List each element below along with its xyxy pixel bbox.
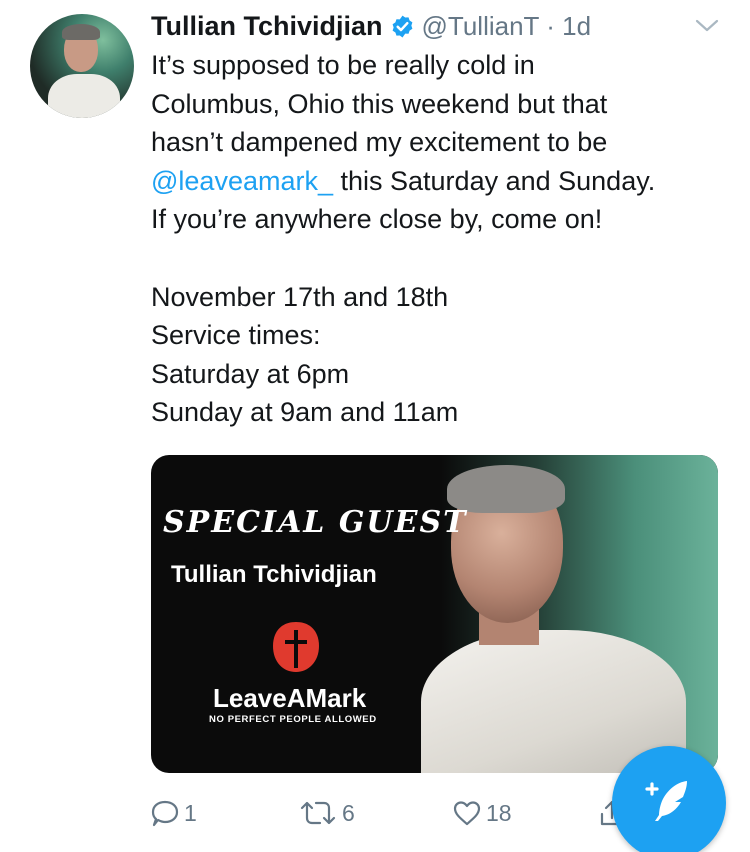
tweet-text: It’s supposed to be really cold in Colum… bbox=[151, 46, 731, 432]
retweet-icon bbox=[298, 798, 338, 828]
reply-button[interactable]: 1 bbox=[150, 790, 197, 836]
leaveamark-logo-icon bbox=[271, 620, 321, 674]
brand-name: LeaveAMark bbox=[213, 683, 367, 713]
verified-badge-icon bbox=[390, 14, 415, 39]
guest-name: Tullian Tchividjian bbox=[171, 561, 377, 588]
retweet-button[interactable]: 6 bbox=[298, 790, 355, 836]
avatar-shirt bbox=[48, 74, 120, 118]
tweet-line: November 17th and 18th bbox=[151, 281, 449, 312]
heart-icon bbox=[452, 798, 482, 828]
chevron-down-icon[interactable] bbox=[694, 16, 720, 34]
tweet-line: Sunday at 9am and 11am bbox=[151, 397, 459, 428]
tweet-line: Saturday at 6pm bbox=[151, 358, 350, 389]
tweet-line: If you’re anywhere close by, come on! bbox=[151, 204, 603, 235]
brand-tagline: NO PERFECT PEOPLE ALLOWED bbox=[209, 714, 377, 725]
author-handle[interactable]: @TullianT · 1d bbox=[422, 11, 592, 42]
like-button[interactable]: 18 bbox=[452, 790, 512, 836]
mention-link[interactable]: @leaveamark_ bbox=[151, 166, 333, 196]
avatar[interactable] bbox=[30, 14, 134, 118]
separator: · bbox=[546, 10, 555, 41]
reply-icon bbox=[150, 798, 180, 828]
tweet-line: @leaveamark_ this Saturday and Sunday. bbox=[151, 162, 731, 201]
like-count: 18 bbox=[486, 799, 512, 826]
tweet-line: hasn’t dampened my excitement to be bbox=[151, 127, 608, 158]
tweet-line: Service times: bbox=[151, 320, 321, 351]
handle-text: @TullianT bbox=[421, 10, 539, 41]
tweet-header: Tullian Tchividjian @TullianT · 1d bbox=[151, 11, 591, 41]
retweet-count: 6 bbox=[342, 799, 355, 826]
compose-tweet-button[interactable] bbox=[612, 746, 726, 852]
tweet-media-image[interactable]: SPECIAL GUEST Tullian Tchividjian LeaveA… bbox=[151, 455, 718, 773]
timestamp: 1d bbox=[562, 10, 592, 41]
compose-tweet-icon bbox=[641, 773, 697, 834]
author-name[interactable]: Tullian Tchividjian bbox=[151, 11, 383, 42]
special-guest-heading: SPECIAL GUEST bbox=[163, 505, 468, 540]
tweet-line: Columbus, Ohio this weekend but that bbox=[151, 88, 608, 119]
avatar-hair bbox=[62, 24, 100, 40]
tweet-line-rest: this Saturday and Sunday. bbox=[333, 165, 656, 196]
reply-count: 1 bbox=[184, 799, 197, 826]
tweet-line: It’s supposed to be really cold in bbox=[151, 50, 535, 80]
